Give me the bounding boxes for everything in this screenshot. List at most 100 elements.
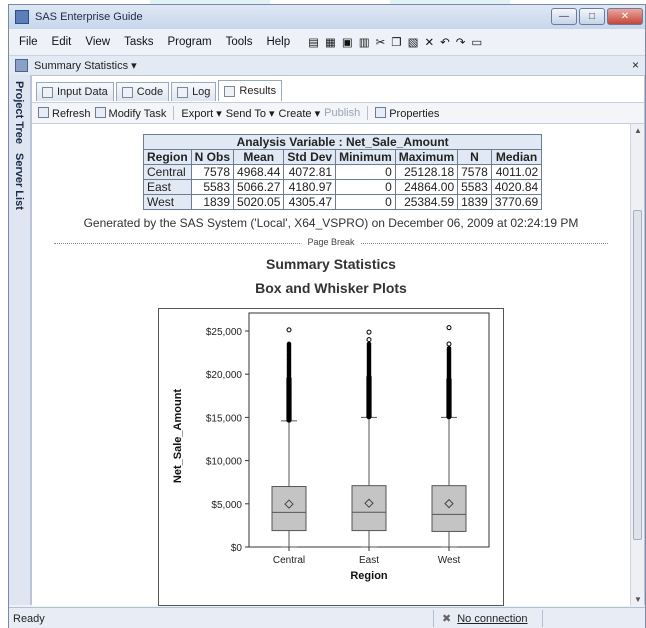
y-tick-label: $25,000 bbox=[206, 327, 243, 338]
main-toolbar-icons: ▤ ▦ ▣ ▥ ✂ ❐ ▧ ✕ ↶ ↷ ▭ bbox=[308, 35, 482, 49]
send-to-button[interactable]: Send To ▾ bbox=[226, 107, 275, 120]
generated-note: Generated by the SAS System ('Local', X6… bbox=[83, 216, 579, 230]
status-text: Ready bbox=[13, 612, 45, 625]
print-icon[interactable]: ▥ bbox=[359, 35, 370, 49]
cell: 5020.05 bbox=[233, 194, 285, 210]
app-window: SAS Enterprise Guide — □ ✕ File Edit Vie… bbox=[8, 4, 646, 628]
publish-button[interactable]: Publish bbox=[324, 107, 360, 119]
tab-label: Results bbox=[239, 85, 277, 97]
menu-edit[interactable]: Edit bbox=[52, 36, 72, 48]
status-bar: Ready ✖ No connection bbox=[9, 607, 645, 628]
cell: 0 bbox=[335, 164, 396, 180]
cell: 0 bbox=[335, 179, 396, 195]
menu-view[interactable]: View bbox=[85, 36, 110, 48]
tab-results[interactable]: Results bbox=[218, 80, 283, 101]
col-header-minimum: Minimum bbox=[335, 149, 396, 165]
cell: 25128.18 bbox=[394, 164, 459, 180]
delete-icon[interactable]: ✕ bbox=[424, 35, 434, 49]
tab-label: Input Data bbox=[57, 86, 108, 98]
cell: 7578 bbox=[190, 164, 235, 180]
x-tick-label: East bbox=[359, 555, 379, 566]
open-icon[interactable]: ▦ bbox=[325, 35, 336, 49]
report-heading: Summary Statistics bbox=[266, 256, 396, 272]
vertical-scrollbar[interactable]: ▲ ▼ bbox=[630, 124, 644, 606]
y-axis-label: Net_Sale_Amount bbox=[172, 389, 184, 483]
document-tab-bar: Summary Statistics ▾ × bbox=[9, 55, 645, 75]
modify-task-label: Modify Task bbox=[108, 107, 167, 120]
outlier-point bbox=[286, 341, 292, 347]
cell: Central bbox=[143, 164, 192, 180]
tab-log[interactable]: Log bbox=[171, 82, 217, 101]
table-row: East 5583 5066.27 4180.97 0 24864.00 558… bbox=[143, 179, 543, 195]
cell: 5583 bbox=[190, 179, 235, 195]
table-title: Analysis Variable : Net_Sale_Amount bbox=[142, 134, 543, 150]
results-content: Analysis Variable : Net_Sale_Amount Regi… bbox=[32, 124, 630, 606]
connection-status[interactable]: ✖ No connection bbox=[433, 610, 543, 627]
menu-program[interactable]: Program bbox=[167, 36, 211, 48]
cell: 1839 bbox=[190, 194, 235, 210]
x-axis-label: Region bbox=[350, 570, 388, 582]
maximize-button[interactable]: □ bbox=[579, 8, 605, 25]
outlier-point bbox=[286, 327, 292, 333]
y-tick-label: $20,000 bbox=[206, 370, 243, 381]
close-button[interactable]: ✕ bbox=[607, 8, 643, 25]
menu-tasks[interactable]: Tasks bbox=[124, 36, 153, 48]
report-subheading: Box and Whisker Plots bbox=[255, 280, 407, 296]
tab-input-data[interactable]: Input Data bbox=[36, 82, 114, 101]
box-plot-chart: $0 $5,000 $10,000 $15,000 $20,000 $25,000 Net_… bbox=[172, 312, 490, 582]
undo-icon[interactable]: ↶ bbox=[440, 35, 450, 49]
refresh-button[interactable]: Refresh bbox=[38, 106, 91, 120]
menu-tools[interactable]: Tools bbox=[226, 36, 253, 48]
view-options-icon[interactable]: ▭ bbox=[471, 35, 482, 49]
properties-button[interactable]: Properties bbox=[375, 106, 439, 120]
tab-label: Log bbox=[192, 86, 211, 98]
document-tab-summary-statistics[interactable]: Summary Statistics ▾ bbox=[34, 59, 137, 72]
cell: 4011.02 bbox=[490, 164, 543, 180]
menu-bar: File Edit View Tasks Program Tools Help … bbox=[9, 31, 645, 53]
outlier-point bbox=[366, 329, 372, 335]
no-connection-icon: ✖ bbox=[442, 613, 452, 625]
menu-help[interactable]: Help bbox=[266, 36, 290, 48]
export-button[interactable]: Export ▾ bbox=[181, 107, 221, 120]
tab-code[interactable]: Code bbox=[115, 82, 170, 101]
y-tick-label: $15,000 bbox=[206, 413, 243, 424]
code-icon bbox=[121, 86, 133, 98]
col-header-nobs: N Obs bbox=[190, 149, 235, 165]
scroll-thumb[interactable] bbox=[633, 210, 642, 540]
results-panel: Input Data Code Log Results Refresh Modi… bbox=[31, 75, 645, 606]
modify-task-icon bbox=[94, 106, 106, 118]
paste-icon[interactable]: ▧ bbox=[408, 35, 419, 49]
scroll-down-icon[interactable]: ▼ bbox=[631, 595, 645, 604]
summary-table: Analysis Variable : Net_Sale_Amount Regi… bbox=[142, 134, 543, 210]
window-title: SAS Enterprise Guide bbox=[35, 11, 143, 23]
col-header-region: Region bbox=[143, 149, 192, 165]
toolbar-divider bbox=[367, 106, 369, 120]
page-break: Page Break bbox=[54, 237, 608, 249]
page-break-label: Page Break bbox=[301, 237, 361, 247]
scroll-up-icon[interactable]: ▲ bbox=[631, 126, 645, 135]
project-tree-tab[interactable]: Project Tree bbox=[13, 81, 25, 144]
save-icon[interactable]: ▣ bbox=[342, 35, 353, 49]
result-tabs: Input Data Code Log Results bbox=[32, 80, 283, 102]
modify-task-button[interactable]: Modify Task bbox=[94, 106, 167, 120]
menu-file[interactable]: File bbox=[19, 36, 38, 48]
cell: East bbox=[143, 179, 192, 195]
minimize-button[interactable]: — bbox=[551, 8, 577, 25]
connection-label: No connection bbox=[457, 612, 528, 625]
redo-icon[interactable]: ↷ bbox=[456, 35, 466, 49]
cell: 1839 bbox=[457, 194, 492, 210]
cell: 24864.00 bbox=[394, 179, 459, 195]
create-button[interactable]: Create ▾ bbox=[279, 107, 321, 120]
y-tick-label: $10,000 bbox=[206, 457, 243, 468]
col-header-stddev: Std Dev bbox=[283, 149, 337, 165]
box-west bbox=[431, 485, 467, 532]
cut-icon[interactable]: ✂ bbox=[376, 35, 386, 49]
server-list-tab[interactable]: Server List bbox=[13, 153, 25, 210]
cell: 3770.69 bbox=[490, 194, 543, 210]
title-bar: SAS Enterprise Guide — □ ✕ bbox=[9, 5, 645, 29]
summary-stats-icon bbox=[15, 59, 28, 72]
new-icon[interactable]: ▤ bbox=[308, 35, 319, 49]
input-data-icon bbox=[42, 86, 53, 98]
close-document-icon[interactable]: × bbox=[632, 58, 639, 72]
copy-icon[interactable]: ❐ bbox=[391, 35, 401, 49]
